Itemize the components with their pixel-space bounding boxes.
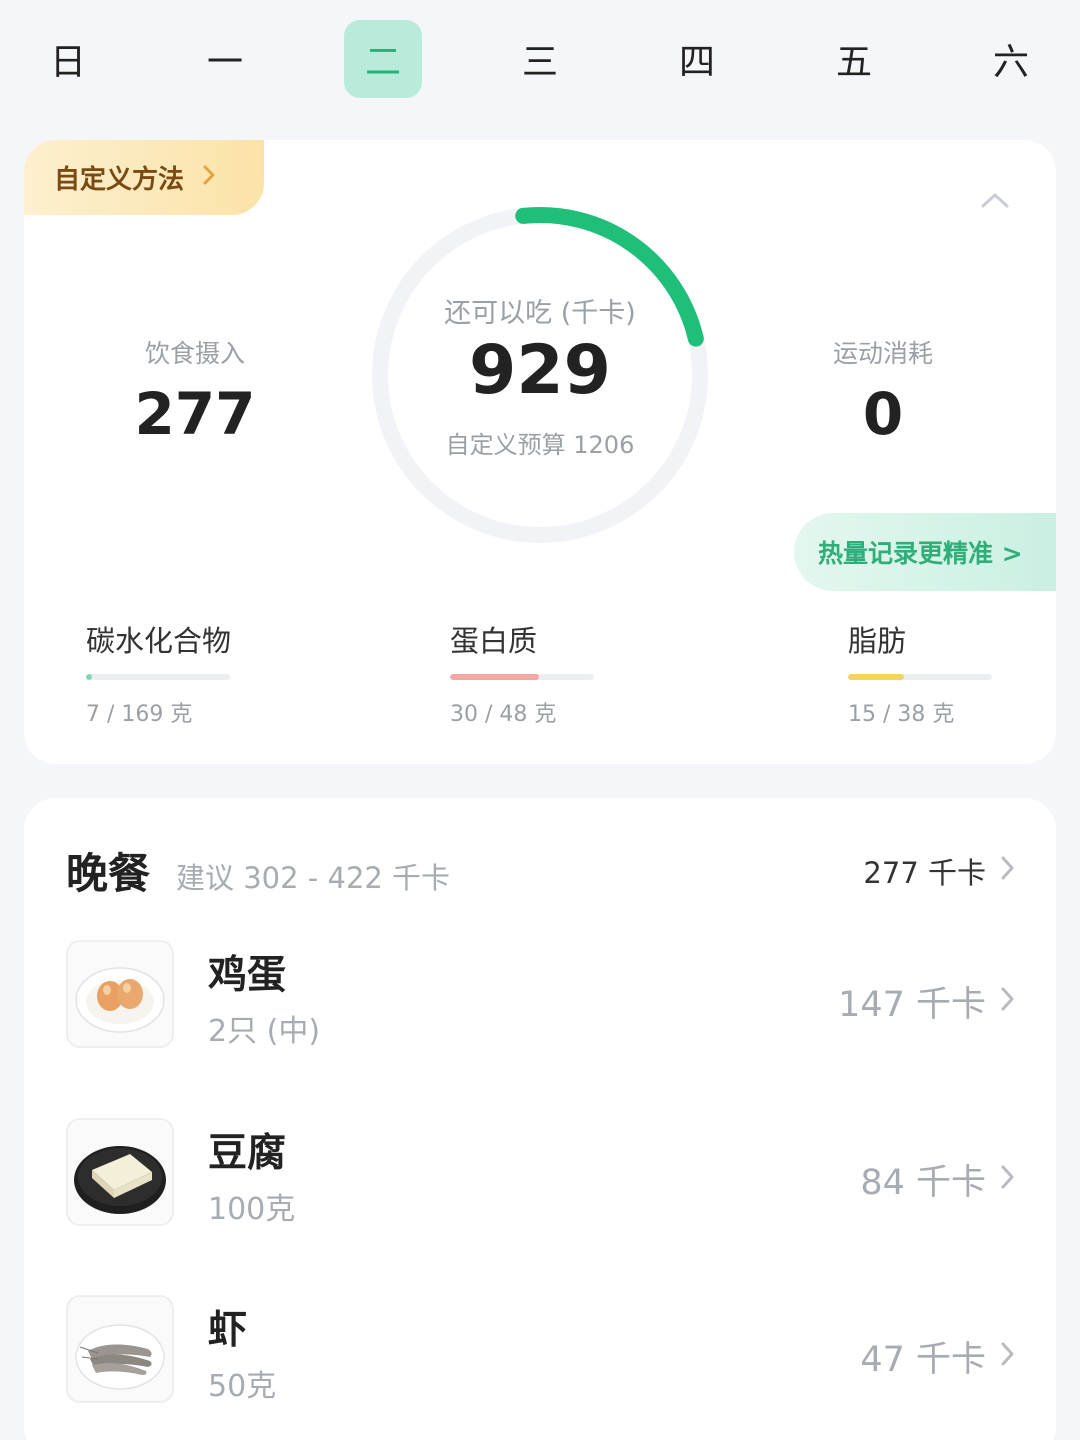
budget-label: 自定义预算 1206 bbox=[445, 431, 635, 459]
food-calories: 147 千卡 bbox=[838, 976, 1016, 1027]
macro-protein: 蛋白质 30 / 48 克 bbox=[450, 618, 630, 728]
macro-progress-bar bbox=[848, 674, 992, 680]
food-row[interactable]: 虾 50克 47 千卡 bbox=[66, 1295, 1016, 1405]
food-quantity: 50克 bbox=[208, 1369, 277, 1404]
precise-record-label: 热量记录更精准 > bbox=[818, 539, 1023, 568]
calorie-summary-card: 自定义方法 饮食摄入 277 还可以吃 (千卡) 929 自定义预算 1206 … bbox=[24, 140, 1056, 764]
macro-progress-fill bbox=[848, 674, 905, 680]
food-name: 鸡蛋 bbox=[208, 953, 287, 998]
food-calories: 84 千卡 bbox=[860, 1154, 1016, 1205]
day-tuesday[interactable]: 二 bbox=[344, 20, 422, 98]
macro-amount: 7 / 169 克 bbox=[86, 702, 193, 727]
day-thursday[interactable]: 四 bbox=[658, 20, 736, 98]
food-calories-value: 84 千卡 bbox=[860, 1163, 986, 1203]
chevron-right-icon bbox=[1000, 1337, 1016, 1377]
remaining-label: 还可以吃 (千卡) bbox=[444, 298, 636, 329]
chevron-right-icon bbox=[202, 163, 216, 193]
day-monday[interactable]: 一 bbox=[186, 20, 264, 98]
tofu-icon bbox=[66, 1118, 174, 1226]
food-row[interactable]: 豆腐 100克 84 千卡 bbox=[66, 1118, 1016, 1228]
dinner-card: 晚餐 建议 302 - 422 千卡 277 千卡 鸡蛋 2只 (中) 147 … bbox=[24, 798, 1056, 1440]
exercise-stat: 运动消耗 0 bbox=[798, 334, 968, 448]
weekday-selector: 日 一 二 三 四 五 六 bbox=[0, 20, 1080, 98]
meal-header: 晚餐 建议 302 - 422 千卡 bbox=[66, 840, 450, 901]
food-quantity: 2只 (中) bbox=[208, 1014, 321, 1049]
remaining-calorie-ring: 还可以吃 (千卡) 929 自定义预算 1206 bbox=[370, 205, 710, 545]
macro-progress-bar bbox=[450, 674, 594, 680]
macro-carbs: 碳水化合物 7 / 169 克 bbox=[86, 618, 266, 728]
meal-total-button[interactable]: 277 千卡 bbox=[863, 850, 1016, 892]
chevron-up-icon[interactable] bbox=[980, 190, 1010, 220]
meal-suggestion: 建议 302 - 422 千卡 bbox=[176, 861, 451, 895]
precise-record-button[interactable]: 热量记录更精准 > bbox=[794, 513, 1056, 591]
exercise-label: 运动消耗 bbox=[832, 339, 933, 368]
food-quantity: 100克 bbox=[208, 1192, 296, 1227]
shrimp-icon bbox=[66, 1295, 174, 1403]
chevron-right-icon bbox=[1000, 982, 1016, 1022]
meal-title: 晚餐 bbox=[66, 849, 151, 898]
custom-method-button[interactable]: 自定义方法 bbox=[24, 140, 264, 215]
macro-name: 碳水化合物 bbox=[86, 624, 232, 658]
macro-amount: 15 / 38 克 bbox=[848, 702, 955, 727]
intake-stat: 饮食摄入 277 bbox=[110, 334, 280, 448]
intake-label: 饮食摄入 bbox=[144, 339, 245, 368]
food-row[interactable]: 鸡蛋 2只 (中) 147 千卡 bbox=[66, 940, 1016, 1050]
day-wednesday[interactable]: 三 bbox=[501, 20, 579, 98]
custom-method-label: 自定义方法 bbox=[54, 165, 185, 195]
food-calories-value: 47 千卡 bbox=[860, 1340, 986, 1380]
egg-icon bbox=[66, 940, 174, 1048]
macro-name: 脂肪 bbox=[848, 624, 907, 658]
day-friday[interactable]: 五 bbox=[815, 20, 893, 98]
intake-value: 277 bbox=[134, 380, 256, 448]
meal-total: 277 千卡 bbox=[863, 856, 986, 890]
macro-progress-bar bbox=[86, 674, 230, 680]
remaining-value: 929 bbox=[469, 331, 611, 410]
food-name: 虾 bbox=[208, 1308, 248, 1353]
chevron-right-icon bbox=[1000, 1160, 1016, 1200]
macro-progress-fill bbox=[86, 674, 92, 680]
exercise-value: 0 bbox=[862, 380, 904, 448]
macro-amount: 30 / 48 克 bbox=[450, 702, 557, 727]
day-sunday[interactable]: 日 bbox=[29, 20, 107, 98]
food-name: 豆腐 bbox=[208, 1131, 287, 1176]
macro-fat: 脂肪 15 / 38 克 bbox=[848, 618, 1028, 728]
food-calories-value: 147 千卡 bbox=[838, 985, 986, 1025]
macro-progress-fill bbox=[450, 674, 540, 680]
food-calories: 47 千卡 bbox=[860, 1331, 1016, 1382]
day-saturday[interactable]: 六 bbox=[972, 20, 1050, 98]
chevron-right-icon bbox=[1000, 854, 1016, 889]
macro-name: 蛋白质 bbox=[450, 624, 538, 658]
